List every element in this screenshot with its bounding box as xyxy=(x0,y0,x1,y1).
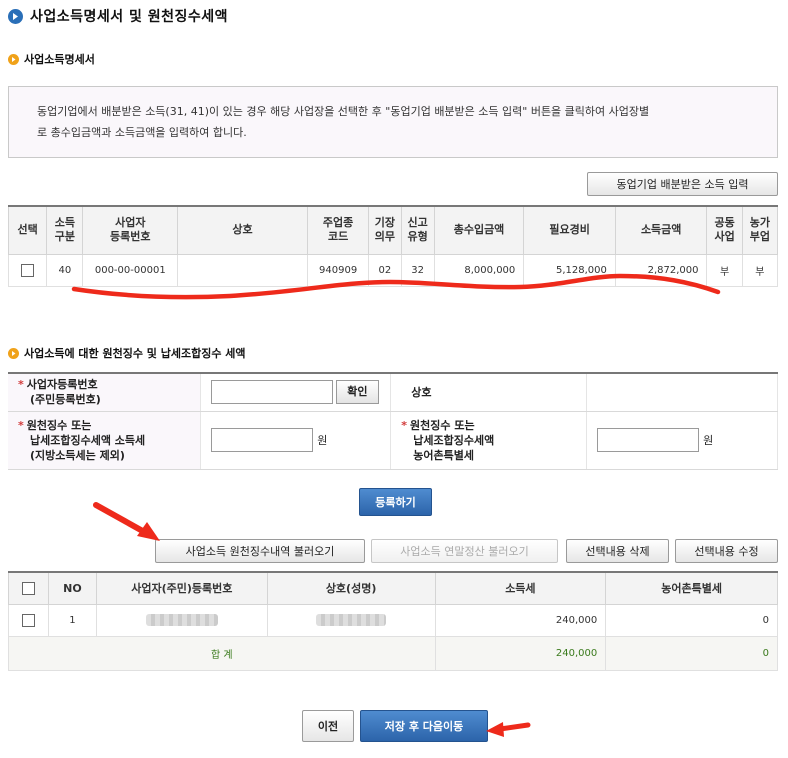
notice-line-2: 로 총수입금액과 소득금액을 입력하여 합니다. xyxy=(37,126,247,139)
delete-selected-button[interactable]: 선택내용 삭제 xyxy=(566,539,669,563)
row-select-cell[interactable] xyxy=(7,253,48,287)
cell-revenue: 8,000,000 xyxy=(433,253,525,287)
unit-won: 원 xyxy=(317,434,328,447)
notice-box: 동업기업에서 배분받은 소득(31, 41)이 있는 경우 해당 사업장을 선택… xyxy=(8,86,778,158)
section-title-business-income: 사업소득명세서 xyxy=(8,51,95,67)
col-farm-sideline: 농가 부업 xyxy=(741,205,779,255)
col-rural-tax: 농어촌특별세 xyxy=(605,571,778,605)
redacted-bizno xyxy=(145,614,218,626)
cell-name xyxy=(266,603,436,637)
save-next-button[interactable]: 저장 후 다음이동 xyxy=(360,710,488,742)
cell-report-type: 32 xyxy=(400,253,435,287)
cell-bizno xyxy=(95,603,268,637)
income-tax-input-cell: 원 xyxy=(200,411,392,470)
col-income-type: 소득 구분 xyxy=(46,205,84,255)
redacted-name xyxy=(316,614,387,626)
register-button[interactable]: 등록하기 xyxy=(359,488,432,516)
cell-bookkeeping: 02 xyxy=(368,253,402,287)
total-income-tax: 240,000 xyxy=(434,635,607,671)
col-no: NO xyxy=(47,571,97,605)
form-row-tax: * 원천징수 또는 납세조합징수세액 소득세 (지방소득세는 제외) 원 * 원천징… xyxy=(8,411,778,470)
page-header: 사업소득명세서 및 원천징수세액 xyxy=(8,6,228,26)
col-name: 상호 xyxy=(177,205,308,255)
col-select-all[interactable] xyxy=(8,571,49,605)
col-report-type: 신고 유형 xyxy=(400,205,435,255)
col-bizno: 사업자(주민)등록번호 xyxy=(95,571,268,605)
bizno-input-cell: 확인 xyxy=(200,373,392,412)
cell-bizno: 000-00-00001 xyxy=(82,253,179,287)
cell-income-type: 40 xyxy=(46,253,84,287)
withholding-list-table: NO 사업자(주민)등록번호 상호(성명) 소득세 농어촌특별세 1 240,0… xyxy=(8,571,778,671)
col-income: 소득금액 xyxy=(614,205,708,255)
rural-tax-input-cell: 원 xyxy=(586,411,778,470)
prev-button[interactable]: 이전 xyxy=(302,710,354,742)
rural-tax-input[interactable] xyxy=(597,428,700,452)
table-row[interactable]: 40 000-00-00001 940909 02 32 8,000,000 5… xyxy=(7,253,779,287)
section-title-text: 사업소득명세서 xyxy=(24,53,95,66)
cell-farm-sideline: 부 xyxy=(741,253,779,287)
col-expense: 필요경비 xyxy=(523,205,616,255)
bullet-circle-icon xyxy=(8,53,19,65)
page-title: 사업소득명세서 및 원천징수세액 xyxy=(30,9,229,25)
table-header-row: 선택 소득 구분 사업자 등록번호 상호 주업종 코드 기장 의무 신고 유형 총수입금액… xyxy=(7,205,779,255)
form-row-bizno: * 사업자등록번호 (주민등록번호) 확인 상호 xyxy=(8,373,778,412)
name-value xyxy=(586,373,778,412)
name-label: 상호 xyxy=(390,373,588,412)
cell-income-tax: 240,000 xyxy=(434,603,607,637)
col-revenue: 총수입금액 xyxy=(433,205,525,255)
load-yearend-button[interactable]: 사업소득 연말정산 불러오기 xyxy=(371,539,558,563)
total-row: 합 계 240,000 0 xyxy=(8,635,778,671)
cell-joint-business: 부 xyxy=(706,253,743,287)
notice-line-1: 동업기업에서 배분받은 소득(31, 41)이 있는 경우 해당 사업장을 선택… xyxy=(37,105,650,118)
income-tax-input[interactable] xyxy=(211,428,314,452)
select-all-checkbox[interactable] xyxy=(21,582,35,595)
cell-industry-code: 940909 xyxy=(306,253,370,287)
cell-no: 1 xyxy=(47,603,97,637)
income-tax-label: * 원천징수 또는 납세조합징수세액 소득세 (지방소득세는 제외) xyxy=(8,411,202,470)
col-income-tax: 소득세 xyxy=(434,571,607,605)
total-rural-tax: 0 xyxy=(605,635,778,671)
partnership-income-input-button[interactable]: 동업기업 배분받은 소득 입력 xyxy=(587,172,778,196)
row-checkbox[interactable] xyxy=(21,263,35,277)
section-title-withholding: 사업소득에 대한 원천징수 및 납세조합징수 세액 xyxy=(8,345,246,361)
table-row[interactable]: 1 240,000 0 xyxy=(8,603,778,637)
col-bizno: 사업자 등록번호 xyxy=(82,205,179,255)
red-arrow-icon xyxy=(486,722,531,737)
required-star-icon: * xyxy=(18,378,24,392)
col-select: 선택 xyxy=(7,205,48,255)
total-label: 합 계 xyxy=(8,635,436,671)
cell-rural-tax: 0 xyxy=(605,603,778,637)
cell-income: 2,872,000 xyxy=(614,253,708,287)
row-select-cell[interactable] xyxy=(8,603,49,637)
cell-expense: 5,128,000 xyxy=(523,253,616,287)
row-checkbox[interactable] xyxy=(21,613,35,627)
withholding-form: * 사업자등록번호 (주민등록번호) 확인 상호 * 원천징수 또는 납세조합징수세… xyxy=(8,372,778,470)
required-star-icon: * xyxy=(401,418,408,432)
rural-tax-label: * 원천징수 또는 납세조합징수세액 농어촌특별세 xyxy=(390,411,588,470)
cell-name xyxy=(177,253,308,287)
col-bookkeeping: 기장 의무 xyxy=(368,205,402,255)
confirm-button[interactable]: 확인 xyxy=(336,380,379,405)
col-industry-code: 주업종 코드 xyxy=(306,205,370,255)
bizno-label: * 사업자등록번호 (주민등록번호) xyxy=(8,373,202,412)
col-name: 상호(성명) xyxy=(266,571,436,605)
section-title-text: 사업소득에 대한 원천징수 및 납세조합징수 세액 xyxy=(24,347,246,360)
unit-won: 원 xyxy=(703,434,714,447)
red-arrow-icon xyxy=(93,502,160,541)
required-star-icon: * xyxy=(18,418,24,432)
table-header-row: NO 사업자(주민)등록번호 상호(성명) 소득세 농어촌특별세 xyxy=(8,571,778,605)
business-income-table: 선택 소득 구분 사업자 등록번호 상호 주업종 코드 기장 의무 신고 유형 총수입금액… xyxy=(7,205,779,287)
edit-selected-button[interactable]: 선택내용 수정 xyxy=(675,539,778,563)
load-withholding-button[interactable]: 사업소득 원천징수내역 불러오기 xyxy=(155,539,365,563)
bullet-circle-icon xyxy=(8,347,19,359)
arrow-right-circle-icon xyxy=(8,8,23,24)
bizno-input[interactable] xyxy=(211,380,334,405)
col-joint-business: 공동 사업 xyxy=(706,205,743,255)
